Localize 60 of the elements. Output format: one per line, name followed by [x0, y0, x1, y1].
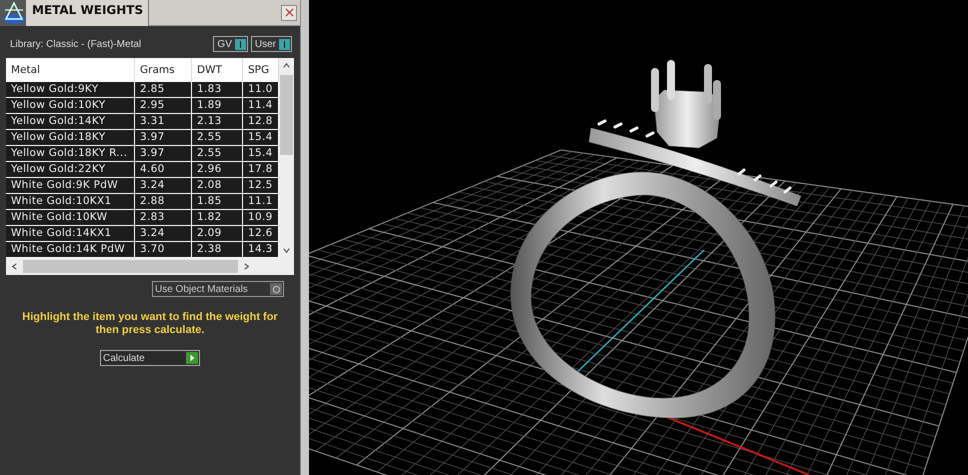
- table-cell: 12.5: [243, 178, 279, 194]
- play-icon: [188, 354, 196, 362]
- circle-icon: [272, 284, 280, 294]
- table-cell: 17.8: [243, 162, 279, 178]
- close-icon: [284, 8, 294, 17]
- table-cell: 14.3: [243, 242, 279, 258]
- table-cell: 2.88: [135, 194, 192, 210]
- table-cell: 3.70: [135, 242, 192, 258]
- toggle-switch[interactable]: [279, 38, 290, 50]
- window-title: METAL WEIGHTS: [26, 0, 149, 26]
- object-materials-toggle[interactable]: Use Object Materials: [152, 281, 284, 297]
- close-button[interactable]: [281, 4, 297, 20]
- table-cell: 3.97: [135, 146, 192, 162]
- table-cell: 15.4: [243, 146, 279, 162]
- table-cell: 11.4: [243, 98, 279, 114]
- table-cell: 2.09: [192, 226, 243, 242]
- table-cell: Yellow Gold:22KY: [6, 162, 135, 178]
- horizontal-scrollbar[interactable]: [6, 258, 294, 275]
- table-cell: Yellow Gold:18KY: [6, 130, 135, 146]
- table-cell: 2.38: [192, 242, 243, 258]
- table-cell: White Gold:14KX1: [6, 226, 135, 242]
- table-cell: White Gold:9K PdW: [6, 178, 135, 194]
- table-cell: 3.24: [135, 178, 192, 194]
- table-cell: 12.8: [243, 114, 279, 130]
- table-cell: 2.96: [192, 162, 243, 178]
- table-cell: 1.89: [192, 98, 243, 114]
- table-cell: 11.0: [243, 82, 279, 98]
- table-cell: 4.60: [135, 162, 192, 178]
- table-cell: 2.83: [135, 210, 192, 226]
- table-cell: Yellow Gold:10KY: [6, 98, 135, 114]
- table-cell: 15.4: [243, 130, 279, 146]
- table-cell: 10.9: [243, 210, 279, 226]
- calculate-button[interactable]: Calculate: [100, 350, 200, 366]
- table-cell: 2.95: [135, 98, 192, 114]
- table-cell: 3.24: [135, 226, 192, 242]
- table-cell: 2.08: [192, 178, 243, 194]
- library-label: Library: Classic - (Fast)-Metal: [10, 38, 142, 50]
- table-cell: 3.97: [135, 130, 192, 146]
- table-cell: 2.55: [192, 130, 243, 146]
- table-cell: 2.13: [192, 114, 243, 130]
- table-cell: 1.85: [192, 194, 243, 210]
- toggle-switch[interactable]: [234, 38, 246, 50]
- toggle-label: User: [254, 38, 276, 50]
- vertical-scrollbar[interactable]: [279, 58, 294, 258]
- table-cell: 2.85: [135, 82, 192, 98]
- table-cell: Yellow Gold:9KY: [6, 82, 135, 98]
- table-cell: 12.6: [243, 226, 279, 242]
- table-cell: White Gold:10KX1: [6, 194, 135, 210]
- table-cell: 3.31: [135, 114, 192, 130]
- logo-icon: [2, 1, 26, 25]
- table-cell: Yellow Gold:14KY: [6, 114, 135, 130]
- table-cell: 1.82: [192, 210, 243, 226]
- table-cell: White Gold:10KW: [6, 210, 135, 226]
- table-cell: 1.83: [192, 82, 243, 98]
- table-cell: 11.1: [243, 194, 279, 210]
- toggle-label: GV: [217, 38, 232, 50]
- table-cell: Yellow Gold:18KY R...: [6, 146, 135, 162]
- instruction-text: Highlight the item you want to find the weight for then press calculate.: [21, 310, 279, 337]
- table-cell: 2.55: [192, 146, 243, 162]
- table-cell: White Gold:14K PdW: [6, 242, 135, 258]
